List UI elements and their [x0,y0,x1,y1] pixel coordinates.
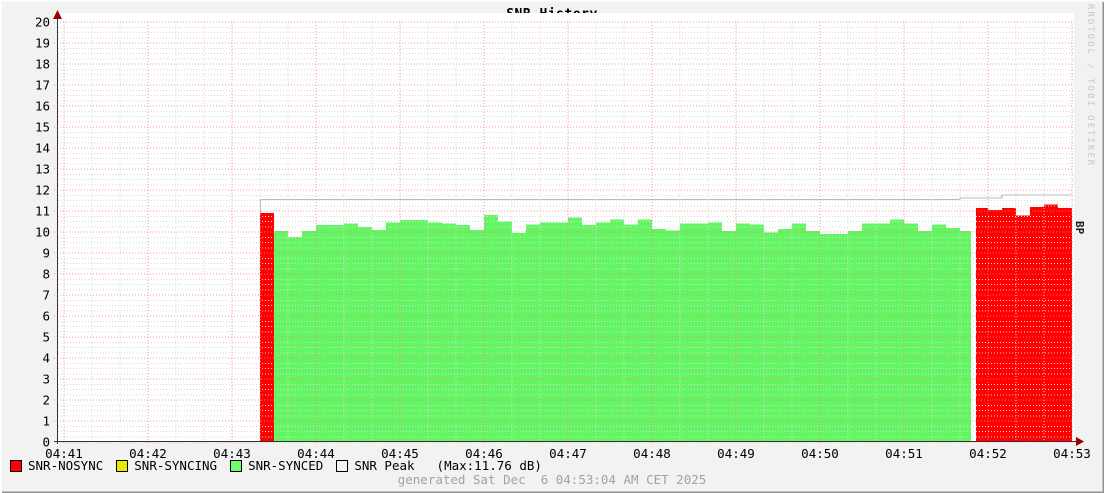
legend-label-syncing: SNR-SYNCING [134,458,217,473]
snr-bar [652,229,666,442]
x-axis-arrow-icon [1076,437,1084,446]
snr-bar [624,225,638,442]
legend: SNR-NOSYNC SNR-SYNCING SNR-SYNCED SNR Pe… [10,458,542,473]
legend-label-peak: SNR Peak [354,458,414,473]
snr-bar [442,224,456,442]
snr-bar [848,231,862,442]
snr-bar [904,224,918,442]
x-tick-label: 04:49 [717,446,755,461]
snr-history-chart: 0123456789101112131415161718192004:4104:… [0,0,1104,493]
syncing-swatch-icon [116,460,128,472]
snr-bar [526,225,540,442]
snr-bar [1002,208,1016,441]
snr-bar [1016,216,1030,442]
legend-label-synced: SNR-SYNCED [248,458,323,473]
snr-bar [302,231,316,442]
y-tick-label: 20 [35,15,50,30]
y-tick-label: 5 [42,330,50,345]
snr-bar [976,208,988,441]
x-tick-label: 04:47 [549,446,587,461]
snr-bar [1058,208,1072,441]
legend-item-peak: SNR Peak [336,458,414,473]
snr-bar [1044,205,1058,442]
generated-timestamp: generated Sat Dec 6 04:53:04 AM CET 2025 [0,472,1104,487]
snr-bar [988,210,1002,442]
y-tick-label: 4 [42,351,50,366]
snr-bar [778,229,792,442]
y-tick-label: 19 [35,36,50,51]
snr-bar [582,225,596,441]
snr-bar [946,228,960,442]
snr-bar [274,231,288,442]
snr-bar [470,230,484,442]
snr-bar [876,224,890,442]
snr-bar [568,217,582,441]
snr-bar [862,224,876,442]
snr-bar [316,225,330,441]
snr-bar [792,224,806,442]
y-tick-label: 9 [42,246,50,261]
peak-swatch-icon [336,460,348,472]
y-tick-label: 8 [42,267,50,282]
y-tick-label: 12 [35,183,50,198]
snr-bar [932,225,946,442]
snr-bar [960,231,971,442]
snr-bar [358,227,372,442]
snr-bar [736,224,750,442]
right-axis-label-bp: BP [1073,221,1086,234]
y-tick-label: 6 [42,309,50,324]
snr-bar [750,225,764,442]
y-tick-label: 3 [42,372,50,387]
y-tick-label: 10 [35,225,50,240]
y-tick-label: 15 [35,120,50,135]
y-tick-label: 1 [42,414,50,429]
x-tick-label: 04:52 [969,446,1007,461]
peak-max-value: (Max:11.76 dB) [437,458,542,473]
y-tick-label: 2 [42,393,50,408]
rrdtool-graph: SNR History 0123456789101112131415161718… [0,0,1104,493]
snr-bar [918,231,932,442]
y-tick-label: 11 [35,204,50,219]
snr-bar [330,225,344,441]
legend-item-nosync: SNR-NOSYNC [10,458,103,473]
x-tick-label: 04:51 [885,446,923,461]
y-tick-label: 16 [35,99,50,114]
legend-item-syncing: SNR-SYNCING [116,458,217,473]
x-tick-label: 04:50 [801,446,839,461]
snr-bar [372,230,386,442]
legend-label-nosync: SNR-NOSYNC [28,458,103,473]
snr-bar [680,224,694,442]
y-tick-label: 17 [35,78,50,93]
snr-bar [694,224,708,442]
nosync-swatch-icon [10,460,22,472]
x-tick-label: 04:53 [1053,446,1091,461]
snr-bar [666,231,680,442]
snr-bar [344,224,358,442]
synced-swatch-icon [230,460,242,472]
rrdtool-watermark: RRDTOOL / TOBI OETIKER [1085,4,1095,167]
snr-bar [484,215,498,441]
snr-bar [456,225,470,441]
y-tick-label: 14 [35,141,50,156]
y-tick-label: 18 [35,57,50,72]
x-tick-label: 04:48 [633,446,671,461]
y-tick-label: 13 [35,162,50,177]
legend-item-synced: SNR-SYNCED [230,458,323,473]
y-tick-label: 7 [42,288,50,303]
snr-bar [806,231,820,442]
snr-bar [722,231,736,442]
